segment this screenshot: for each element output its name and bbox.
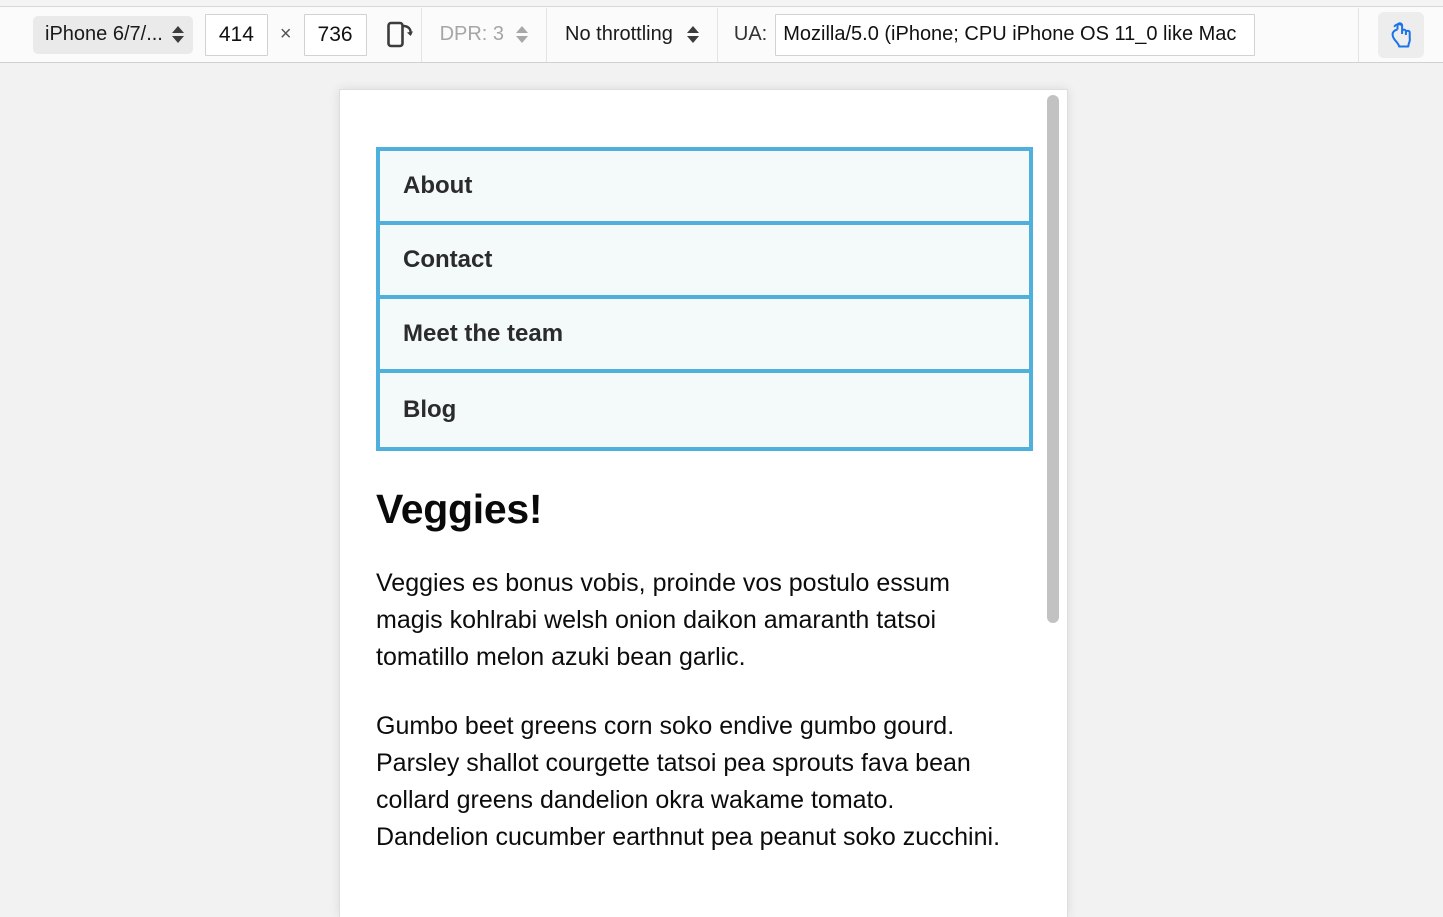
chevron-up-down-icon <box>686 26 699 43</box>
nav-item-about[interactable]: About <box>380 151 1029 225</box>
touch-hand-icon <box>1391 21 1411 47</box>
viewport-size-group: × <box>204 7 421 63</box>
emulated-page-content: About Contact Meet the team Blog Veggies… <box>340 90 1042 917</box>
network-throttling-select[interactable]: No throttling <box>547 7 717 63</box>
nav-item-meet-the-team[interactable]: Meet the team <box>380 299 1029 373</box>
touch-emulation-toggle[interactable] <box>1378 11 1424 58</box>
device-emulation-stage: About Contact Meet the team Blog Veggies… <box>0 64 1443 917</box>
viewport-width-input[interactable] <box>204 13 268 56</box>
page-scrollbar-track[interactable] <box>1040 90 1067 917</box>
nav-item-label: About <box>403 172 473 199</box>
nav-item-label: Blog <box>403 396 457 423</box>
device-pixel-ratio-select[interactable]: DPR: 3 <box>422 7 546 63</box>
throttling-label: No throttling <box>565 23 673 45</box>
dimension-separator: × <box>279 23 292 45</box>
chevron-up-down-icon <box>516 26 529 43</box>
device-preset-group: iPhone 6/7/... <box>0 7 193 63</box>
emulated-device-frame: About Contact Meet the team Blog Veggies… <box>339 89 1068 917</box>
user-agent-label: UA: <box>733 23 768 45</box>
article-paragraph: Veggies es bonus vobis, proinde vos post… <box>376 568 950 671</box>
nav-item-label: Contact <box>403 246 493 273</box>
article-paragraph: Gumbo beet greens corn soko endive gumbo… <box>376 711 1001 851</box>
article-heading: Veggies! <box>376 486 543 532</box>
site-navigation-menu: About Contact Meet the team Blog <box>376 147 1033 451</box>
nav-item-contact[interactable]: Contact <box>380 225 1029 299</box>
nav-item-label: Meet the team <box>403 320 564 347</box>
nav-item-blog[interactable]: Blog <box>380 373 1029 447</box>
user-agent-group: UA: <box>718 7 1358 63</box>
device-emulation-toolbar: iPhone 6/7/... × DPR: 3 No throttling UA… <box>0 7 1443 63</box>
chevron-up-down-icon <box>171 26 184 43</box>
user-agent-input[interactable] <box>775 13 1256 56</box>
device-preset-label: iPhone 6/7/... <box>45 23 163 45</box>
dpr-label: DPR: 3 <box>439 23 505 45</box>
rotate-device-button[interactable] <box>379 14 421 56</box>
toolbar-separator-4 <box>1358 7 1359 62</box>
rotate-device-icon <box>386 21 413 47</box>
device-preset-select[interactable]: iPhone 6/7/... <box>33 15 193 54</box>
article-body: Veggies! Veggies es bonus vobis, proinde… <box>376 451 1006 856</box>
viewport-height-input[interactable] <box>303 13 367 56</box>
page-scrollbar-thumb[interactable] <box>1047 95 1059 623</box>
